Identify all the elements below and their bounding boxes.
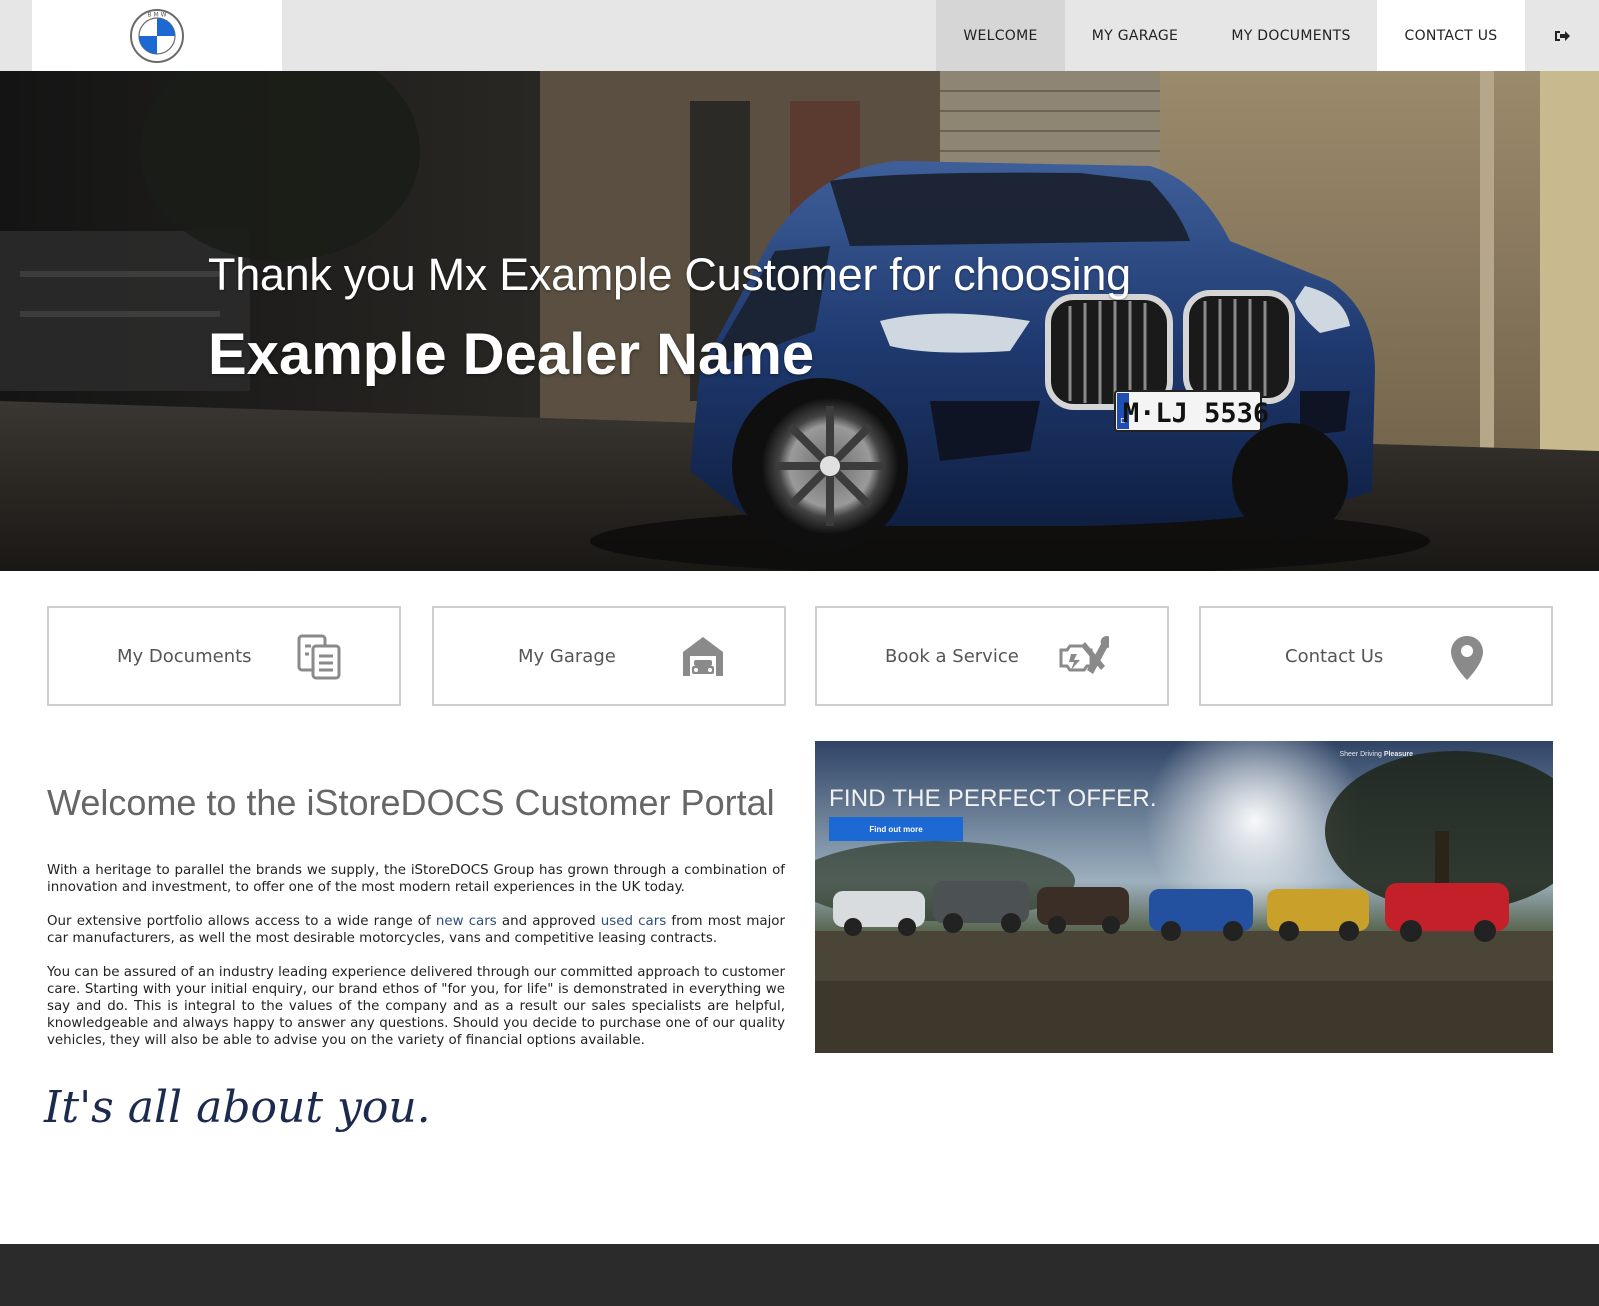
nav-welcome[interactable]: WELCOME: [936, 0, 1065, 71]
logout-button[interactable]: [1525, 0, 1599, 71]
nav-my-garage[interactable]: MY GARAGE: [1065, 0, 1205, 71]
map-pin-icon: [1449, 634, 1485, 687]
svg-text:B M W: B M W: [147, 11, 166, 18]
intro-paragraph: With a heritage to parallel the brands w…: [47, 863, 785, 895]
bmw-logo[interactable]: B M W: [32, 0, 282, 71]
tile-my-documents[interactable]: My Documents: [47, 606, 401, 706]
hero-banner: D M·LJ 5536 Thank you Mx Example Custome…: [0, 71, 1599, 571]
documents-icon: [297, 634, 343, 685]
sign-out-icon: [1555, 30, 1570, 41]
find-out-more-button[interactable]: Find out more: [829, 817, 963, 841]
offer-title: FIND THE PERFECT OFFER.: [829, 785, 1157, 812]
tile-label: Book a Service: [885, 645, 1019, 667]
tile-book-a-service[interactable]: Book a Service: [815, 606, 1169, 706]
new-cars-link[interactable]: new cars: [436, 914, 497, 929]
hero-dealer-name: Example Dealer Name: [208, 322, 815, 387]
text-span: and approved: [496, 914, 601, 929]
portfolio-paragraph: Our extensive portfolio allows access to…: [47, 913, 785, 947]
nav-contact-us[interactable]: CONTACT US: [1377, 0, 1525, 71]
welcome-heading: Welcome to the iStoreDOCS Customer Porta…: [47, 782, 775, 823]
bmw-roundel-icon: B M W: [130, 8, 184, 63]
tile-label: My Garage: [518, 645, 616, 667]
badge-text: Sheer Driving: [1339, 751, 1384, 758]
tagline-signature: It's all about you.: [44, 1082, 431, 1133]
svg-text:M·LJ 5536: M·LJ 5536: [1123, 398, 1269, 429]
garage-icon: [680, 634, 726, 683]
text-span: Our extensive portfolio allows access to…: [47, 914, 436, 929]
top-navbar: B M W WELCOME MY GARAGE MY DOCUMENTS CON…: [0, 0, 1599, 71]
customer-care-paragraph: You can be assured of an industry leadin…: [47, 965, 785, 1048]
tile-label: Contact Us: [1285, 645, 1384, 667]
hero-thank-you-text: Thank you Mx Example Customer for choosi…: [208, 249, 1131, 300]
tile-my-garage[interactable]: My Garage: [432, 606, 786, 706]
tile-label: My Documents: [117, 645, 252, 667]
offer-banner[interactable]: Sheer Driving Pleasure FIND THE PERFECT …: [815, 741, 1553, 1053]
tile-contact-us[interactable]: Contact Us: [1199, 606, 1553, 706]
used-cars-link[interactable]: used cars: [601, 914, 666, 929]
offer-brand-badge: Sheer Driving Pleasure: [1339, 751, 1413, 758]
badge-bold-text: Pleasure: [1383, 751, 1413, 758]
footer: [0, 1244, 1599, 1306]
nav-my-documents[interactable]: MY DOCUMENTS: [1205, 0, 1377, 71]
service-tools-icon: [1057, 634, 1113, 685]
